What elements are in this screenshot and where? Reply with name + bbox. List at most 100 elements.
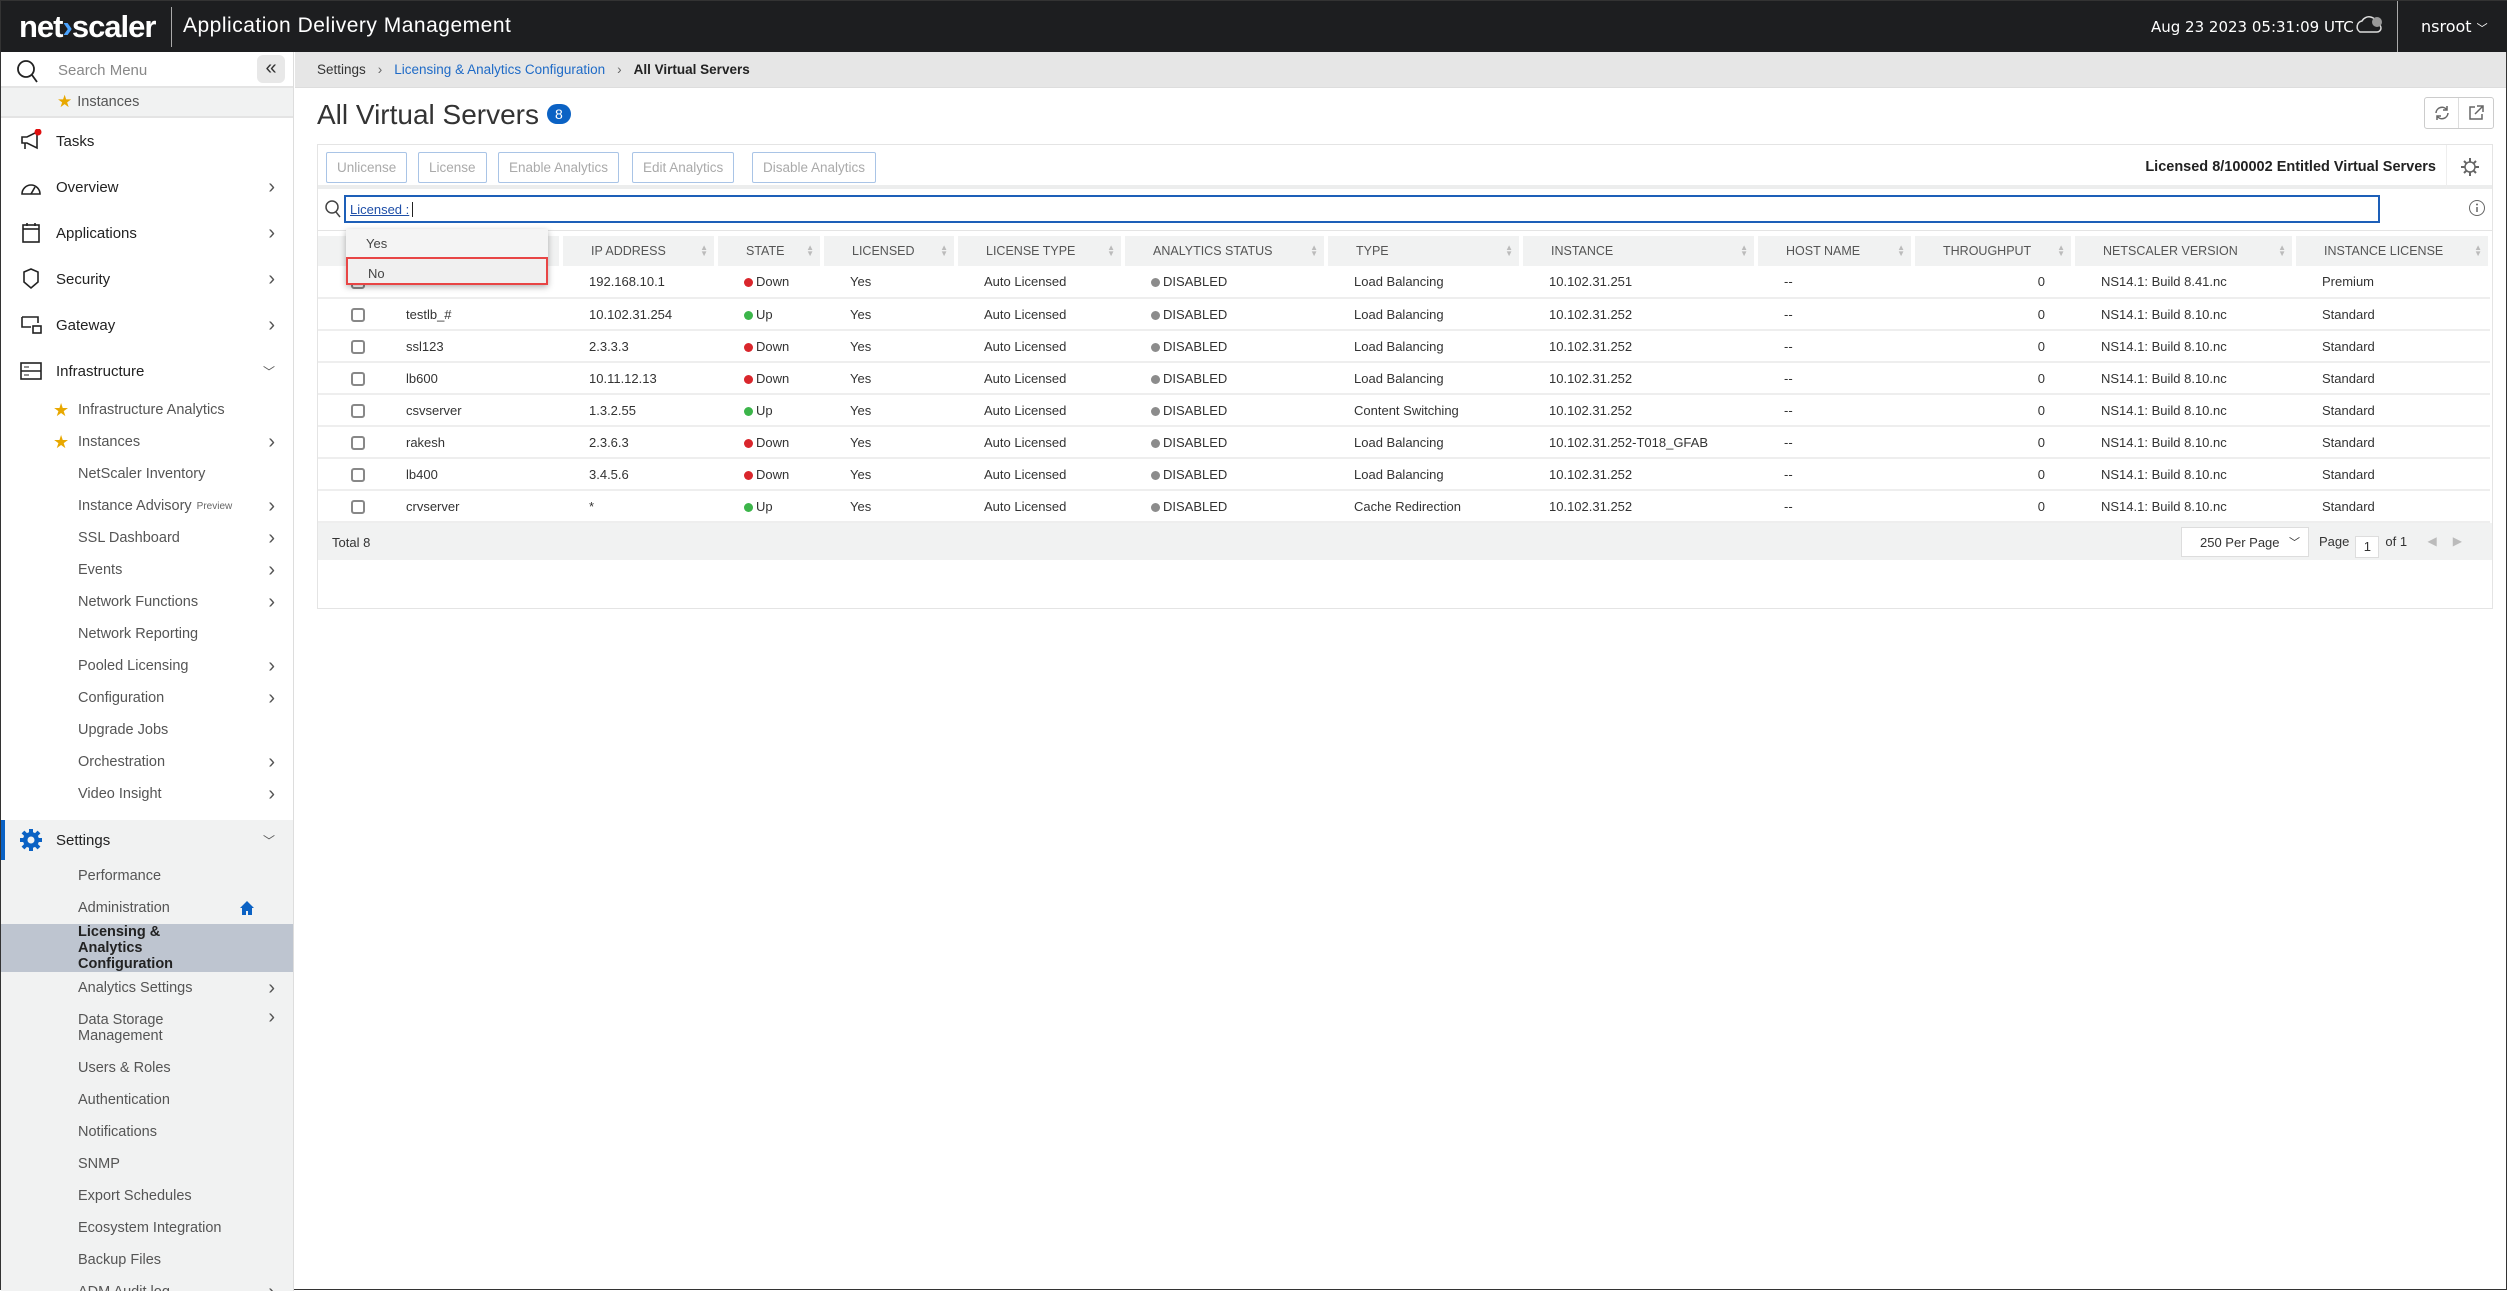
row-checkbox[interactable] <box>351 340 365 354</box>
cell-text: Yes <box>850 339 871 354</box>
cell-text: crvserver <box>406 499 459 514</box>
sidebar-item-users-roles[interactable]: Users & Roles <box>1 1052 293 1084</box>
row-checkbox[interactable] <box>351 308 365 322</box>
sidebar-item-tasks[interactable]: Tasks <box>1 118 293 164</box>
cell-text: Yes <box>850 467 871 482</box>
column-header-analytics-status[interactable]: ANALYTICS STATUS▲▼ <box>1123 236 1326 266</box>
table-row[interactable]: crvserver*UpYesAuto LicensedDISABLEDCach… <box>318 490 2490 522</box>
sidebar-item-export-schedules[interactable]: Export Schedules <box>1 1180 293 1212</box>
external-link-icon[interactable] <box>2459 98 2493 128</box>
table-row[interactable]: rakesh2.3.6.3DownYesAuto LicensedDISABLE… <box>318 426 2490 458</box>
gauge-icon <box>19 175 43 199</box>
row-checkbox[interactable] <box>351 468 365 482</box>
sidebar-item-orchestration[interactable]: Orchestration› <box>1 746 293 778</box>
prev-page-icon[interactable]: ◀ <box>2428 534 2453 548</box>
cell-text: 10.102.31.251 <box>1549 274 1632 289</box>
edit-analytics-button[interactable]: Edit Analytics <box>632 152 734 183</box>
sidebar-item-label: Instances <box>78 434 140 450</box>
sidebar-item-label: Administration <box>78 900 228 916</box>
sidebar-item-netscaler-inventory[interactable]: NetScaler Inventory <box>1 458 293 490</box>
sidebar-item-infrastructure[interactable]: Infrastructure﹀ <box>1 348 293 394</box>
sidebar-item-licensing-analytics-configuration[interactable]: Licensing & Analytics Configuration <box>1 924 293 972</box>
cloud-status-icon[interactable] <box>2353 14 2383 41</box>
table-row[interactable]: testlb_#10.102.31.254UpYesAuto LicensedD… <box>318 298 2490 330</box>
sidebar-item-infrastructure-analytics[interactable]: ★Infrastructure Analytics <box>1 394 293 426</box>
refresh-icon[interactable] <box>2425 98 2459 128</box>
info-icon[interactable] <box>2468 199 2486 222</box>
sidebar-item-events[interactable]: Events› <box>1 554 293 586</box>
cell-instance-license: Standard <box>2294 298 2490 330</box>
breadcrumb-licensing[interactable]: Licensing & Analytics Configuration <box>394 62 605 77</box>
sort-icon: ▲▼ <box>1310 245 1318 257</box>
sidebar-item-backup-files[interactable]: Backup Files <box>1 1244 293 1276</box>
next-page-icon[interactable]: ▶ <box>2453 534 2478 548</box>
sidebar-item-instances[interactable]: ★Instances› <box>1 426 293 458</box>
sidebar-item-data-storage-management[interactable]: Data Storage Management› <box>1 1004 293 1052</box>
gear-icon[interactable] <box>2446 145 2492 189</box>
sidebar-item-analytics-settings[interactable]: Analytics Settings› <box>1 972 293 1004</box>
filter-search-input[interactable]: Licensed : <box>344 195 2380 223</box>
sidebar-item-ssl-dashboard[interactable]: SSL Dashboard› <box>1 522 293 554</box>
column-header-ip-address[interactable]: IP ADDRESS▲▼ <box>561 236 716 266</box>
dropdown-option-yes[interactable]: Yes <box>346 229 548 257</box>
sidebar-item-video-insight[interactable]: Video Insight› <box>1 778 293 810</box>
sidebar-item-snmp[interactable]: SNMP <box>1 1148 293 1180</box>
sidebar-item-settings[interactable]: Settings﹀ <box>1 820 293 860</box>
table-row[interactable]: lb60010.11.12.13DownYesAuto LicensedDISA… <box>318 362 2490 394</box>
per-page-select[interactable]: 250 Per Page﹀ <box>2181 527 2309 557</box>
row-checkbox[interactable] <box>351 436 365 450</box>
sidebar-item-applications[interactable]: Applications› <box>1 210 293 256</box>
sidebar-item-authentication[interactable]: Authentication <box>1 1084 293 1116</box>
dropdown-option-no[interactable]: No <box>346 257 548 285</box>
cell-analytics-status: DISABLED <box>1123 426 1326 458</box>
row-checkbox[interactable] <box>351 500 365 514</box>
app-title: Application Delivery Management <box>183 14 511 38</box>
sidebar-item-label: Data Storage Management <box>78 1012 228 1044</box>
cell-text: csvserver <box>406 403 462 418</box>
sidebar-item-upgrade-jobs[interactable]: Upgrade Jobs <box>1 714 293 746</box>
table-row[interactable]: csvserver1.3.2.55UpYesAuto LicensedDISAB… <box>318 394 2490 426</box>
sidebar-item-ecosystem-integration[interactable]: Ecosystem Integration <box>1 1212 293 1244</box>
column-header-license-type[interactable]: LICENSE TYPE▲▼ <box>956 236 1123 266</box>
column-header-host-name[interactable]: HOST NAME▲▼ <box>1756 236 1913 266</box>
column-header-instance-license[interactable]: INSTANCE LICENSE▲▼ <box>2294 236 2490 266</box>
table-row[interactable]: ssl1232.3.3.3DownYesAuto LicensedDISABLE… <box>318 330 2490 362</box>
user-menu[interactable]: nsroot ﹀ <box>2421 17 2488 36</box>
enable-analytics-button[interactable]: Enable Analytics <box>498 152 619 183</box>
sidebar-item-network-reporting[interactable]: Network Reporting <box>1 618 293 650</box>
row-checkbox-cell <box>318 458 398 490</box>
sidebar-item-label: Applications <box>56 225 137 242</box>
sidebar-item-adm-audit-log[interactable]: ADM Audit log› <box>1 1276 293 1291</box>
breadcrumb-settings[interactable]: Settings <box>317 62 366 77</box>
sidebar-item-pinned-instances[interactable]: ★Instances <box>1 88 293 118</box>
sidebar-item-overview[interactable]: Overview› <box>1 164 293 210</box>
license-button[interactable]: License <box>418 152 487 183</box>
sidebar-item-notifications[interactable]: Notifications <box>1 1116 293 1148</box>
menu-search[interactable]: Search Menu « <box>1 52 293 88</box>
cell-instance: 10.102.31.251 <box>1521 266 1756 298</box>
column-header-netscaler-version[interactable]: NETSCALER VERSION▲▼ <box>2073 236 2294 266</box>
column-header-licensed[interactable]: LICENSED▲▼ <box>822 236 956 266</box>
page-input[interactable]: 1 <box>2355 536 2379 558</box>
row-checkbox[interactable] <box>351 404 365 418</box>
sidebar-item-security[interactable]: Security› <box>1 256 293 302</box>
column-header-instance[interactable]: INSTANCE▲▼ <box>1521 236 1756 266</box>
table-row[interactable]: lb4003.4.5.6DownYesAuto LicensedDISABLED… <box>318 458 2490 490</box>
column-header-throughput[interactable]: THROUGHPUT▲▼ <box>1913 236 2073 266</box>
sidebar-item-pooled-licensing[interactable]: Pooled Licensing› <box>1 650 293 682</box>
column-header-state[interactable]: STATE▲▼ <box>716 236 822 266</box>
sidebar-item-network-functions[interactable]: Network Functions› <box>1 586 293 618</box>
sidebar-item-administration[interactable]: Administration <box>1 892 293 924</box>
disable-analytics-button[interactable]: Disable Analytics <box>752 152 876 183</box>
sidebar-item-instance-advisory[interactable]: Instance AdvisoryPreview› <box>1 490 293 522</box>
unlicense-button[interactable]: Unlicense <box>326 152 407 183</box>
column-header-type[interactable]: TYPE▲▼ <box>1326 236 1521 266</box>
row-checkbox[interactable] <box>351 372 365 386</box>
cell-license-type: Auto Licensed <box>956 362 1123 394</box>
sidebar-item-configuration[interactable]: Configuration› <box>1 682 293 714</box>
sidebar-item-performance[interactable]: Performance <box>1 860 293 892</box>
cell-ip-address: 3.4.5.6 <box>561 458 716 490</box>
sidebar-item-gateway[interactable]: Gateway› <box>1 302 293 348</box>
collapse-sidebar-button[interactable]: « <box>257 55 285 83</box>
table-row[interactable]: 192.168.10.1DownYesAuto LicensedDISABLED… <box>318 266 2490 298</box>
